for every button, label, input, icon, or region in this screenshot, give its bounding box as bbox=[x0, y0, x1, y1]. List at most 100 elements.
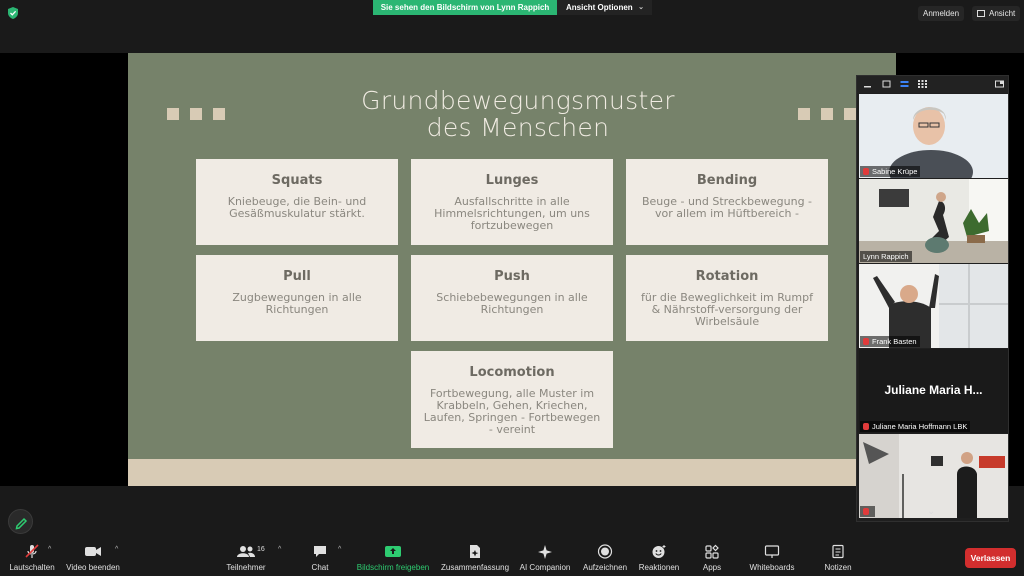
card-push: Push Schiebebewegungen in alle Richtunge… bbox=[411, 255, 613, 341]
card-text: Kniebeuge, die Bein- und Gesäßmuskulatur… bbox=[227, 195, 367, 220]
panel-toolbar bbox=[857, 76, 1008, 93]
participant-name-label: Frank Basten bbox=[860, 336, 920, 347]
record-icon bbox=[597, 544, 613, 559]
whiteboard-icon bbox=[764, 545, 780, 558]
security-shield-icon[interactable] bbox=[6, 6, 20, 20]
whiteboards-button[interactable]: Whiteboards bbox=[744, 544, 800, 572]
screen-share-banner: Sie sehen den Bildschirm von Lynn Rappic… bbox=[373, 0, 557, 15]
card-title: Squats bbox=[271, 173, 323, 188]
participant-avatar-tile[interactable]: Juliane Maria H... Juliane Maria Hoffman… bbox=[859, 349, 1008, 433]
card-title: Pull bbox=[283, 269, 311, 284]
participant-name-label: Juliane Maria Hoffmann LBK bbox=[860, 421, 971, 432]
notes-label: Notizen bbox=[824, 563, 852, 572]
card-text: Ausfallschritte in alle Himmelsrichtunge… bbox=[434, 195, 590, 232]
scroll-down-chevron-icon[interactable]: ⌄ bbox=[927, 506, 935, 517]
notes-icon bbox=[832, 544, 844, 559]
mic-muted-icon bbox=[863, 423, 869, 430]
record-button[interactable]: Aufzeichnen bbox=[579, 544, 631, 572]
share-screen-button[interactable]: Bildschirm freigeben bbox=[353, 544, 433, 572]
stop-video-label: Video beenden bbox=[66, 563, 120, 572]
participant-name-label: Sabine Krüpe bbox=[860, 166, 921, 177]
summary-document-icon bbox=[470, 545, 480, 558]
decorative-square bbox=[798, 108, 810, 120]
participants-icon bbox=[237, 546, 255, 557]
decorative-square bbox=[167, 108, 179, 120]
slide-title: Grundbewegungsmuster des Menschen bbox=[318, 87, 718, 141]
share-screen-icon bbox=[385, 546, 401, 557]
decorative-square bbox=[844, 108, 856, 120]
notes-button[interactable]: Notizen bbox=[818, 544, 858, 572]
mute-label: Lautschalten bbox=[9, 563, 55, 572]
video-camera-icon bbox=[85, 547, 101, 556]
participant-video-tile[interactable]: Sabine Krüpe bbox=[859, 94, 1008, 178]
reactions-button[interactable]: Reaktionen bbox=[636, 544, 682, 572]
strip-view-icon[interactable] bbox=[900, 80, 909, 88]
speaker-view-icon[interactable] bbox=[882, 80, 891, 88]
share-screen-label: Bildschirm freigeben bbox=[356, 563, 430, 572]
ai-sparkle-icon bbox=[538, 545, 552, 559]
leave-meeting-button[interactable]: Verlassen bbox=[965, 548, 1016, 568]
card-title: Lunges bbox=[485, 173, 539, 188]
view-button[interactable]: Ansicht bbox=[972, 6, 1021, 21]
mute-options-caret[interactable]: ^ bbox=[48, 546, 51, 553]
participant-name-label: Lynn Rappich bbox=[860, 251, 912, 262]
apps-label: Apps bbox=[702, 563, 722, 572]
participant-name: Lynn Rappich bbox=[863, 252, 909, 261]
participant-video-tile[interactable]: Lynn Rappich bbox=[859, 179, 1008, 263]
video-options-caret[interactable]: ^ bbox=[115, 546, 118, 553]
apps-icon bbox=[705, 544, 719, 559]
record-label: Aufzeichnen bbox=[582, 563, 628, 572]
grid-view-icon bbox=[977, 10, 985, 17]
presentation-slide: Grundbewegungsmuster des Menschen Squats… bbox=[128, 53, 896, 486]
card-text: für die Beweglichkeit im Rumpf & Nährsto… bbox=[641, 291, 813, 328]
zoom-meeting-window: Sie sehen den Bildschirm von Lynn Rappic… bbox=[0, 0, 1024, 576]
mic-muted-icon bbox=[863, 338, 869, 345]
slide-footer-band bbox=[128, 459, 896, 486]
card-locomotion: Locomotion Fortbewegung, alle Muster im … bbox=[411, 351, 613, 448]
participants-video-panel: Sabine Krüpe Lynn Rappich Frank Basten J… bbox=[856, 75, 1009, 522]
view-options-label: Ansicht Optionen bbox=[566, 3, 633, 12]
participants-count: 16 bbox=[257, 546, 265, 553]
sign-in-button[interactable]: Anmelden bbox=[918, 6, 965, 21]
card-rotation: Rotation für die Beweglichkeit im Rumpf … bbox=[626, 255, 828, 341]
card-title: Push bbox=[494, 269, 530, 284]
chat-bubble-icon bbox=[314, 546, 326, 557]
participant-video-tile[interactable]: Frank Basten bbox=[859, 264, 1008, 348]
mic-muted-icon bbox=[863, 508, 869, 515]
card-pull: Pull Zugbewegungen in alle Richtungen bbox=[196, 255, 398, 341]
decorative-square bbox=[213, 108, 225, 120]
view-options-button[interactable]: Ansicht Optionen ⌄ bbox=[557, 0, 652, 15]
participants-options-caret[interactable]: ^ bbox=[278, 546, 281, 553]
participant-avatar-name: Juliane Maria H... bbox=[884, 383, 983, 397]
ai-companion-label: AI Companion bbox=[519, 563, 571, 572]
card-title: Locomotion bbox=[469, 365, 555, 380]
card-bending: Bending Beuge - und Streckbewegung - vor… bbox=[626, 159, 828, 245]
card-text: Zugbewegungen in alle Richtungen bbox=[232, 291, 362, 316]
reactions-label: Reaktionen bbox=[638, 563, 680, 572]
view-button-label: Ansicht bbox=[989, 9, 1016, 18]
chevron-down-icon: ⌄ bbox=[638, 4, 644, 11]
card-text: Fortbewegung, alle Muster im Krabbeln, G… bbox=[423, 387, 601, 436]
decorative-square bbox=[821, 108, 833, 120]
whiteboards-label: Whiteboards bbox=[749, 563, 795, 572]
slide-title-line2: des Menschen bbox=[426, 113, 610, 142]
slide-title-line1: Grundbewegungsmuster bbox=[361, 86, 675, 115]
participant-name: Sabine Krüpe bbox=[872, 167, 918, 176]
gallery-view-icon[interactable] bbox=[918, 80, 927, 88]
annotate-pen-button[interactable] bbox=[8, 509, 33, 534]
card-title: Rotation bbox=[695, 269, 759, 284]
chat-label: Chat bbox=[311, 563, 329, 572]
card-lunges: Lunges Ausfallschritte in alle Himmelsri… bbox=[411, 159, 613, 245]
smiley-icon bbox=[652, 545, 666, 558]
card-text: Beuge - und Streckbewegung - vor allem i… bbox=[641, 195, 813, 220]
pen-icon bbox=[15, 517, 28, 530]
minimize-icon[interactable] bbox=[863, 80, 872, 88]
participant-name: Juliane Maria Hoffmann LBK bbox=[872, 422, 968, 431]
chat-button[interactable]: Chat bbox=[300, 544, 340, 572]
summary-button[interactable]: Zusammenfassung bbox=[438, 544, 512, 572]
summary-label: Zusammenfassung bbox=[440, 563, 510, 572]
ai-companion-button[interactable]: AI Companion bbox=[516, 544, 574, 572]
apps-button[interactable]: Apps bbox=[697, 544, 727, 572]
chat-options-caret[interactable]: ^ bbox=[338, 546, 341, 553]
side-by-side-icon[interactable] bbox=[995, 80, 1004, 88]
